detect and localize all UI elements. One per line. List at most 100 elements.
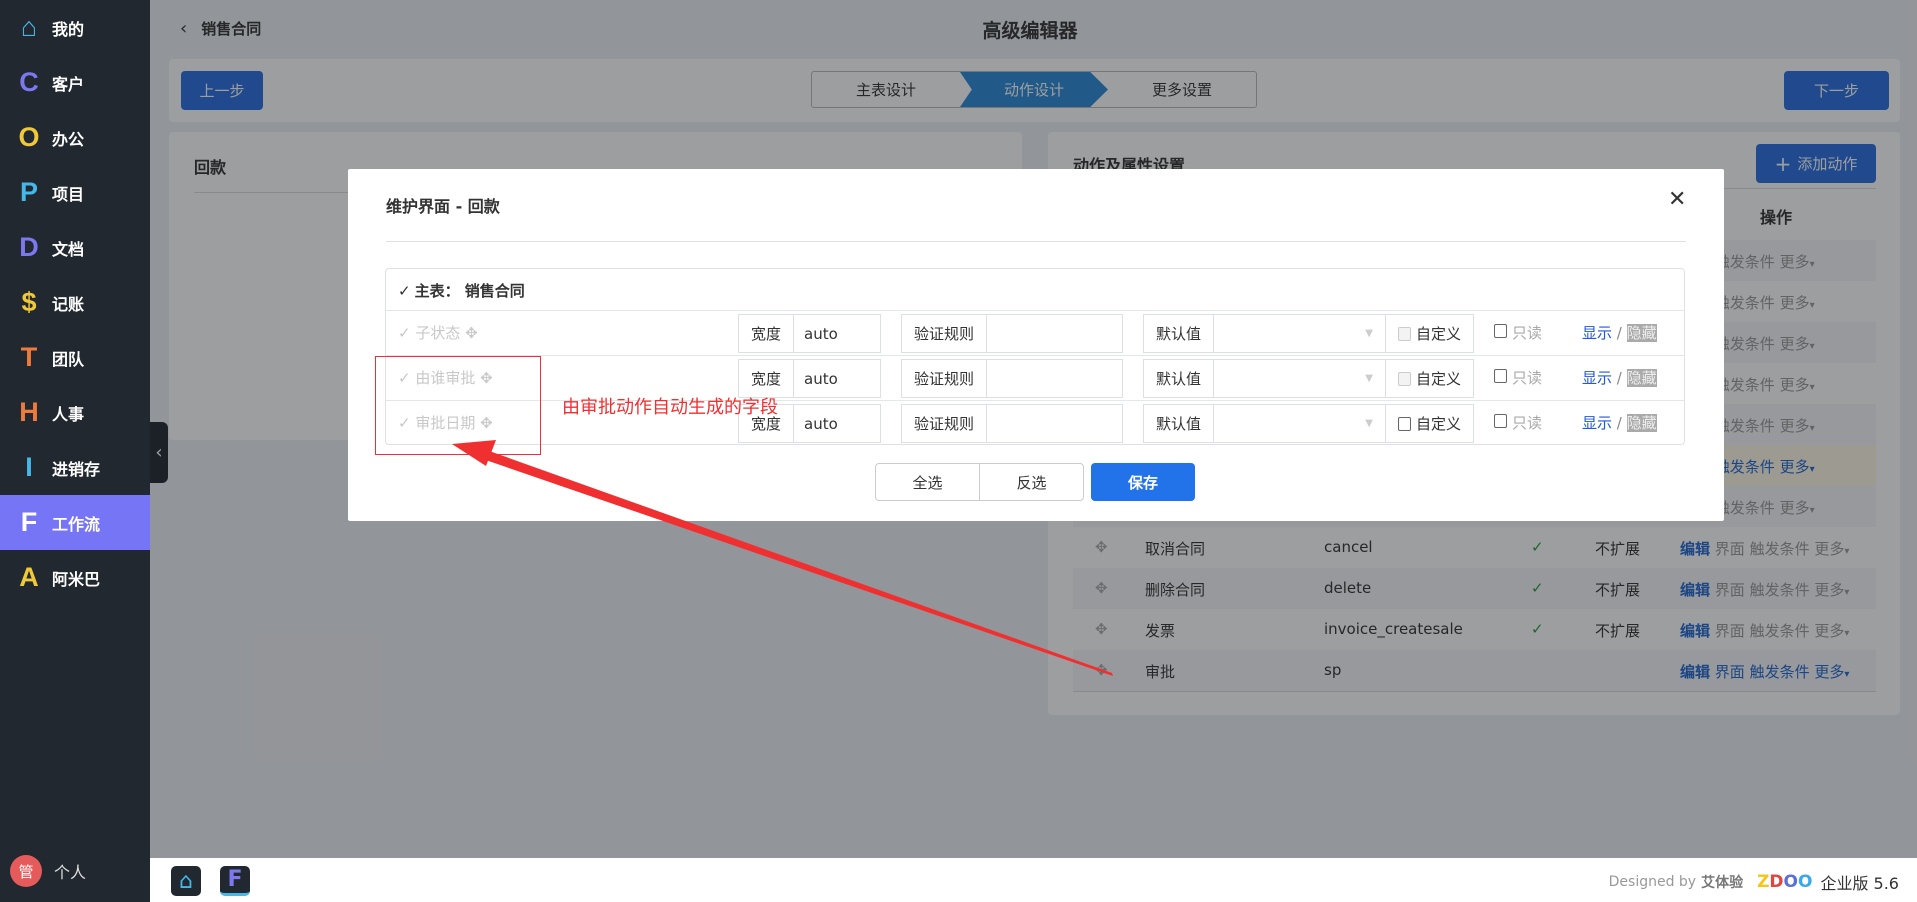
hide-link[interactable]: 隐藏 (1626, 369, 1657, 387)
check-icon: ✓ (398, 324, 416, 342)
default-label: 默认值 (1144, 360, 1215, 397)
readonly-label: 只读 (1512, 414, 1543, 432)
hide-link[interactable]: 隐藏 (1626, 324, 1657, 342)
sidebar-item-label: 阿米巴 (52, 569, 101, 589)
checkbox-icon (1494, 414, 1507, 428)
sidebar-item-6[interactable]: T 团队 (0, 330, 150, 385)
workflow-app-icon[interactable]: F (220, 866, 250, 896)
personal-menu[interactable]: 管 个人 (10, 855, 86, 887)
workflow-icon: F (20, 507, 38, 537)
sidebar-item-label: 人事 (52, 404, 85, 424)
edition-label: 企业版 5.6 (1820, 874, 1899, 893)
sidebar-item-4[interactable]: D 文档 (0, 220, 150, 275)
width-input[interactable]: auto (794, 405, 880, 442)
show-link[interactable]: 显示 (1582, 369, 1612, 387)
table-header-label: 主表： 销售合同 (414, 282, 525, 300)
custom-checkbox[interactable]: 自定义 (1386, 405, 1473, 442)
visibility-toggle: 显示 / 隐藏 (1582, 324, 1657, 342)
readonly-label: 只读 (1512, 324, 1543, 342)
width-input[interactable]: auto (794, 315, 880, 352)
office-icon: O (18, 122, 40, 152)
readonly-checkbox[interactable]: 只读 (1494, 412, 1542, 433)
custom-label: 自定义 (1415, 370, 1461, 388)
amoeba-icon: A (19, 562, 39, 592)
hide-link[interactable]: 隐藏 (1626, 414, 1657, 432)
custom-label: 自定义 (1415, 325, 1461, 343)
default-select[interactable]: ▼ (1214, 360, 1386, 397)
rule-input[interactable] (987, 360, 1122, 397)
visibility-toggle: 显示 / 隐藏 (1582, 414, 1657, 432)
close-icon[interactable]: ✕ (1668, 187, 1686, 212)
invert-selection-button[interactable]: 反选 (979, 463, 1084, 501)
team-icon: T (20, 342, 38, 372)
field-name: 子状态 (415, 324, 461, 342)
table-header[interactable]: ✓ 主表： 销售合同 (398, 280, 525, 301)
rule-label: 验证规则 (902, 405, 988, 442)
custom-checkbox[interactable]: 自定义 (1386, 360, 1473, 397)
sidebar-item-label: 项目 (52, 184, 85, 204)
rule-label: 验证规则 (902, 315, 988, 352)
sidebar-item-1[interactable]: C 客户 (0, 55, 150, 110)
avatar: 管 (10, 855, 42, 887)
save-button[interactable]: 保存 (1091, 463, 1195, 501)
modal-title: 维护界面 - 回款 (386, 197, 500, 216)
sidebar-item-3[interactable]: P 项目 (0, 165, 150, 220)
divider (386, 241, 1686, 242)
sidebar: ⌂ 我的 C 客户 O 办公 P 项目 D 文档 $ 记账 T 团队 H 人事 I 进销存 F 工作流 A 阿米巴 (0, 0, 150, 902)
sidebar-item-0[interactable]: ⌂ 我的 (0, 0, 150, 55)
designer-link[interactable]: 艾体验 (1701, 872, 1743, 892)
designed-by: Designed by (1608, 874, 1697, 890)
width-label: 宽度 (739, 360, 795, 397)
checkbox-icon (1397, 371, 1411, 386)
sidebar-item-label: 进销存 (52, 459, 101, 479)
rule-input[interactable] (987, 405, 1122, 442)
checkbox-icon (1397, 416, 1411, 431)
show-link[interactable]: 显示 (1582, 414, 1612, 432)
readonly-checkbox[interactable]: 只读 (1494, 322, 1542, 343)
sidebar-item-label: 记账 (52, 294, 85, 314)
sidebar-item-label: 团队 (52, 349, 85, 369)
annotation-box (375, 356, 541, 455)
sidebar-item-5[interactable]: $ 记账 (0, 275, 150, 330)
personal-label: 个人 (54, 863, 87, 882)
sidebar-item-label: 我的 (52, 19, 85, 39)
sidebar-item-9[interactable]: F 工作流 (0, 495, 150, 550)
default-label: 默认值 (1144, 405, 1215, 442)
home-app-icon[interactable]: ⌂ (171, 866, 201, 896)
sidebar-item-label: 客户 (52, 74, 85, 94)
readonly-checkbox[interactable]: 只读 (1494, 367, 1542, 388)
width-input[interactable]: auto (794, 360, 880, 397)
document-icon: D (19, 232, 39, 262)
checkbox-icon (1494, 369, 1507, 383)
zdoo-logo: ZDOO (1757, 872, 1813, 892)
annotation-text: 由审批动作自动生成的字段 (562, 397, 778, 418)
readonly-label: 只读 (1512, 369, 1543, 387)
field-row: ✓ 子状态 ✥ 宽度 auto 验证规则 默认值 ▼ 自定义 只读 显示 / 隐藏 (386, 310, 1684, 355)
sidebar-item-8[interactable]: I 进销存 (0, 440, 150, 495)
default-label: 默认值 (1144, 315, 1215, 352)
hr-icon: H (19, 397, 39, 427)
default-select[interactable]: ▼ (1214, 315, 1386, 352)
maintain-ui-modal: 维护界面 - 回款 ✕ ✓ 主表： 销售合同 ✓ 子状态 ✥ 宽度 auto 验证规… (348, 169, 1724, 521)
field-toggle[interactable]: ✓ 子状态 ✥ (398, 322, 478, 343)
bottom-bar: ⌂ F Designed by 艾体验 ZDOO 企业版 5.6 (150, 858, 1917, 902)
sidebar-item-2[interactable]: O 办公 (0, 110, 150, 165)
move-icon[interactable]: ✥ (465, 324, 478, 342)
select-all-button[interactable]: 全选 (875, 463, 980, 501)
sidebar-item-label: 文档 (52, 239, 85, 259)
sidebar-item-10[interactable]: A 阿米巴 (0, 550, 150, 605)
inventory-icon: I (25, 452, 33, 482)
custom-label: 自定义 (1415, 415, 1461, 433)
check-icon: ✓ (398, 282, 411, 300)
accounting-icon: $ (21, 287, 37, 317)
default-select[interactable]: ▼ (1214, 405, 1386, 442)
checkbox-icon (1494, 324, 1507, 338)
sidebar-item-7[interactable]: H 人事 (0, 385, 150, 440)
rule-input[interactable] (987, 315, 1122, 352)
home-icon: ⌂ (20, 12, 38, 42)
customer-icon: C (19, 67, 39, 97)
sidebar-item-label: 办公 (52, 129, 85, 149)
show-link[interactable]: 显示 (1582, 324, 1612, 342)
project-icon: P (19, 177, 38, 207)
custom-checkbox[interactable]: 自定义 (1386, 315, 1473, 352)
